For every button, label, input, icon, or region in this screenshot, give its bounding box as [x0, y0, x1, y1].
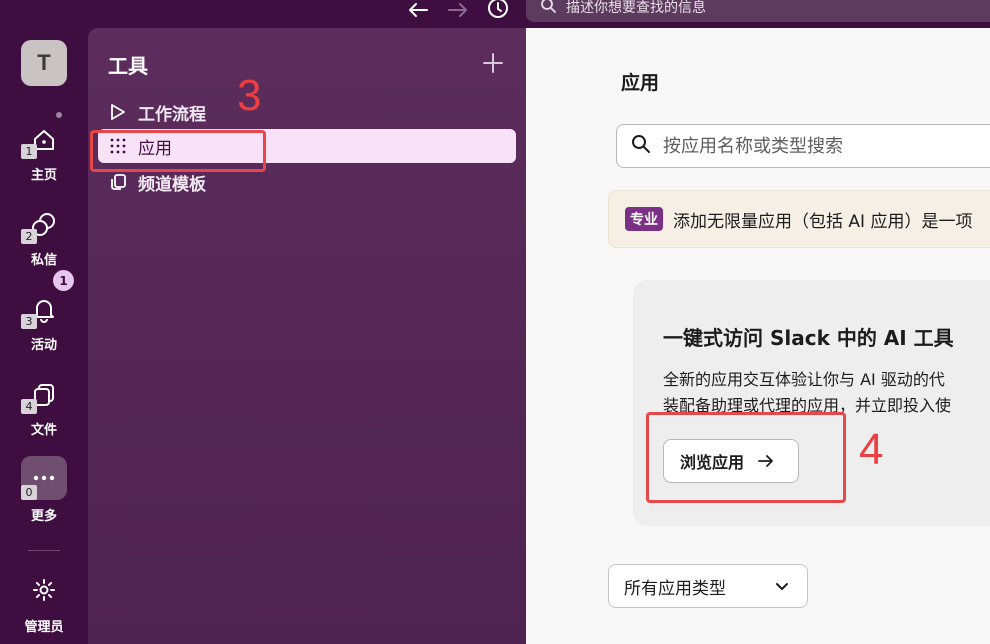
card-title: 一键式访问 Slack 中的 AI 工具	[663, 326, 954, 350]
annotation-box	[646, 412, 846, 503]
annotation-box	[90, 130, 266, 172]
sidebar-item-label: 频道模板	[138, 174, 206, 195]
app-type-select[interactable]: 所有应用类型	[608, 564, 808, 608]
app-search-input[interactable]	[663, 135, 990, 157]
apps-main-panel: 应用 专业 添加无限量应用（包括 AI 应用）是一项 一键式访问 Slack 中…	[526, 28, 990, 644]
rail-item-more[interactable]: 0 更多	[0, 456, 88, 540]
rail-label-activity: 活动	[30, 338, 57, 353]
top-bar: 描述你想要查找的信息	[0, 0, 990, 28]
unread-dot	[56, 112, 62, 118]
arrow-right-icon[interactable]	[445, 0, 471, 20]
sidebar-item-workflows[interactable]: 工作流程	[98, 95, 516, 129]
rail-item-messages[interactable]: 2 私信	[0, 211, 88, 281]
pro-badge: 专业	[625, 207, 663, 231]
rail-number: 1	[21, 144, 37, 159]
workspace-avatar[interactable]: T	[21, 40, 67, 86]
page-title: 应用	[621, 72, 660, 94]
rail-divider	[28, 550, 60, 551]
rail-item-admin[interactable]: 管理员	[0, 576, 88, 644]
gear-icon	[30, 576, 58, 604]
rail-label-messages: 私信	[30, 253, 57, 268]
rail-item-files[interactable]: 4 文件	[0, 381, 88, 451]
arrow-left-icon[interactable]	[405, 0, 431, 20]
card-desc-line: 全新的应用交互体验让你与 AI 驱动的代	[663, 370, 945, 389]
rail-number: 3	[21, 314, 37, 329]
rail-label-admin: 管理员	[24, 620, 64, 635]
rail-label-more: 更多	[30, 509, 57, 524]
app-type-select-value: 所有应用类型	[624, 578, 726, 599]
play-icon	[108, 102, 128, 122]
left-rail: T 1 主页 2 私信 1 3 活动 4 文件 0 更多 管理员	[0, 28, 88, 644]
sidebar-title: 工具	[108, 54, 148, 78]
search-icon	[631, 134, 651, 158]
search-icon	[540, 0, 556, 17]
global-search-bar[interactable]: 描述你想要查找的信息	[526, 0, 990, 22]
plus-icon[interactable]	[482, 52, 504, 74]
tools-sidebar: 工具 工作流程 应用 频道模板 3	[88, 28, 526, 644]
rail-number: 4	[21, 399, 37, 414]
sidebar-item-label: 工作流程	[138, 104, 206, 125]
rail-number: 2	[21, 229, 37, 244]
global-search-placeholder: 描述你想要查找的信息	[566, 0, 706, 16]
pro-upgrade-banner: 专业 添加无限量应用（包括 AI 应用）是一项	[608, 190, 990, 248]
rail-label-home: 主页	[30, 168, 57, 183]
activity-count-badge: 1	[53, 270, 74, 291]
rail-number: 0	[21, 485, 37, 500]
rail-item-activity[interactable]: 1 3 活动	[0, 270, 88, 366]
app-search-field[interactable]	[616, 124, 990, 168]
promo-text: 添加无限量应用（包括 AI 应用）是一项	[673, 211, 973, 232]
annotation-number: 4	[859, 425, 884, 474]
clock-icon[interactable]	[485, 0, 511, 20]
rail-label-files: 文件	[30, 423, 57, 438]
chevron-down-icon	[775, 579, 789, 598]
annotation-number: 3	[237, 71, 262, 120]
rail-item-home[interactable]: 1 主页	[0, 112, 88, 196]
copy-icon	[108, 172, 128, 192]
